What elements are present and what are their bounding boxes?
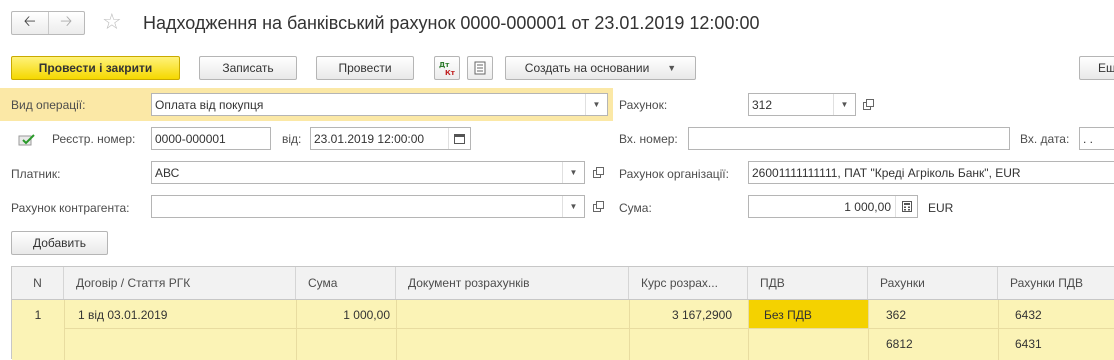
reg-number-label: Реєстр. номер: [52,132,136,146]
cell-account-2: 6812 [886,337,913,351]
svg-text:Кт: Кт [445,69,456,76]
account-label: Рахунок: [619,98,668,112]
open-icon[interactable] [588,195,608,218]
date-value: 23.01.2019 12:00:00 [314,131,425,146]
chevron-down-icon[interactable]: ▼ [585,94,607,115]
open-icon[interactable] [858,93,878,116]
add-row-button[interactable]: Добавить [11,231,108,255]
chevron-down-icon[interactable]: ▼ [562,162,584,183]
date-input[interactable]: 23.01.2019 12:00:00 [310,127,471,150]
table-row[interactable] [12,300,1114,360]
column-divider [396,300,397,360]
chevron-down-icon[interactable]: ▼ [562,196,584,217]
column-header-vat[interactable]: ПДВ [748,267,868,299]
incoming-number-input[interactable] [688,127,1010,150]
sum-value: 1 000,00 [844,199,891,214]
sum-input[interactable]: 1 000,00 [748,195,918,218]
column-divider [998,300,999,360]
create-based-label: Создать на основании [524,61,650,75]
document-icon [474,61,486,75]
incoming-date-input[interactable]: . . [1079,127,1114,150]
cell-vat-account-2: 6431 [1015,337,1042,351]
subrow-divider [64,328,1114,329]
dt-kt-icon: Дт Кт [439,61,456,76]
cell-sum: 1 000,00 [343,308,390,322]
posted-check-icon [18,134,35,146]
navigation-buttons: 🡠 🡢 [11,11,85,35]
column-header-vat-accounts[interactable]: Рахунки ПДВ [998,267,1114,299]
counterparty-account-label: Рахунок контрагента: [11,201,130,215]
column-divider [868,300,869,360]
more-button[interactable]: Еще [1079,56,1114,80]
column-header-contract[interactable]: Договір / Стаття РГК [64,267,296,299]
operation-label: Вид операції: [11,98,86,112]
payer-select[interactable]: АВС ▼ [151,161,585,184]
org-account-select[interactable]: 26001111111111, ПАТ "Креді Агріколь Банк… [748,161,1114,184]
column-header-accounts[interactable]: Рахунки [868,267,998,299]
calendar-icon[interactable] [448,128,470,149]
table-header: N Договір / Стаття РГК Сума Документ роз… [12,267,1114,300]
column-divider [64,300,65,360]
column-header-document[interactable]: Документ розрахунків [396,267,629,299]
open-icon[interactable] [588,161,608,184]
dt-kt-button[interactable]: Дт Кт [434,56,460,80]
page-title: Надходження на банківський рахунок 0000-… [143,13,760,33]
arrow-left-icon: 🡠 [23,12,36,30]
incoming-number-label: Вх. номер: [619,132,678,146]
operation-select[interactable]: Оплата від покупця ▼ [151,93,608,116]
incoming-date-label: Вх. дата: [1020,132,1070,146]
sum-label: Сума: [619,201,652,215]
column-header-n[interactable]: N [12,267,64,299]
post-and-close-button[interactable]: Провести і закрити [11,56,180,80]
forward-button[interactable]: 🡢 [49,12,85,34]
date-label: від: [282,132,302,146]
incoming-date-value: . . [1083,131,1094,146]
cell-rate: 3 167,2900 [671,308,732,322]
save-button[interactable]: Записать [199,56,297,80]
payments-table: N Договір / Стаття РГК Сума Документ роз… [11,266,1114,360]
reg-number-input[interactable]: 0000-000001 [151,127,271,150]
calculator-icon[interactable] [895,196,917,217]
post-button[interactable]: Провести [316,56,414,80]
cell-contract: 1 від 03.01.2019 [78,308,168,322]
account-value: 312 [752,97,773,112]
create-based-on-button[interactable]: Создать на основании ▼ [505,56,696,80]
cell-vat-account-1: 6432 [1015,308,1042,322]
counterparty-account-select[interactable]: ▼ [151,195,585,218]
star-icon[interactable]: ☆ [102,10,122,34]
payer-label: Платник: [11,167,61,181]
report-button[interactable] [467,56,493,80]
column-header-rate[interactable]: Курс розрах... [629,267,748,299]
operation-value: Оплата від покупця [155,97,264,112]
org-account-label: Рахунок організації: [619,167,729,181]
org-account-value: 26001111111111, ПАТ "Креді Агріколь Банк… [752,165,1021,180]
payer-value: АВС [155,165,180,180]
currency-label: EUR [928,201,954,215]
reg-number-value: 0000-000001 [155,131,226,146]
cell-n: 1 [34,308,42,322]
column-divider [748,300,749,360]
arrow-right-icon: 🡢 [60,12,73,30]
chevron-down-icon: ▼ [667,63,677,73]
column-header-sum[interactable]: Сума [296,267,396,299]
cell-account-1: 362 [886,308,907,322]
cell-vat: Без ПДВ [764,308,812,322]
svg-text:Дт: Дт [439,61,450,69]
account-select[interactable]: 312 ▼ [748,93,856,116]
chevron-down-icon[interactable]: ▼ [833,94,855,115]
back-button[interactable]: 🡠 [12,12,49,34]
